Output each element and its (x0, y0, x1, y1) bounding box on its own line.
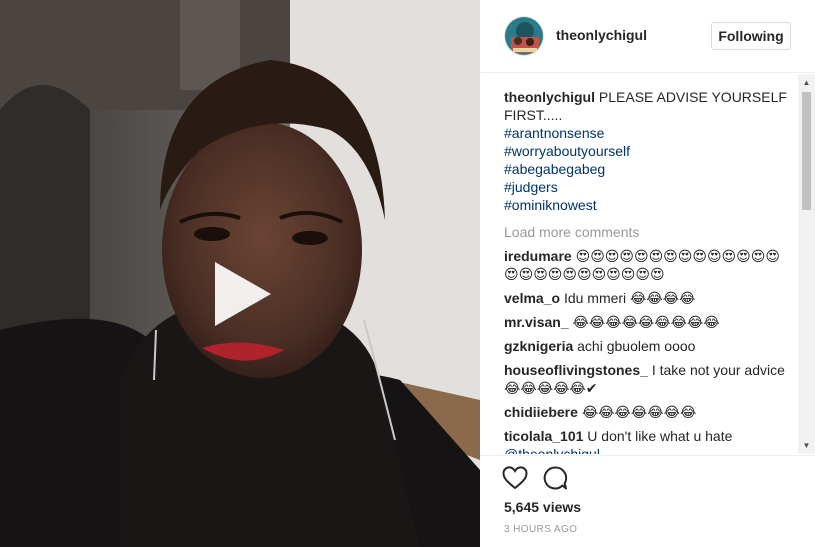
following-button[interactable]: Following (711, 22, 791, 50)
comment-item: iredumare 😍😍😍😍😍😍😍😍😍😍😍😍😍😍😍😍😍😍😍😍😍😍😍😍😍 (504, 247, 794, 283)
comment-item: mr.visan_ 😂😂😂😂😂😂😂😂😂 (504, 313, 794, 331)
comment-username[interactable]: velma_o (504, 290, 560, 306)
header-username[interactable]: theonlychigul (556, 27, 647, 43)
play-icon (215, 262, 271, 326)
post-panel: theonlychigul Following theonlychigul PL… (480, 0, 815, 547)
hashtag-link[interactable]: #arantnonsense (504, 124, 794, 142)
comment-text: 😂😂😂😂😂😂😂 (581, 404, 697, 420)
comment-username[interactable]: iredumare (504, 248, 572, 264)
scroll-thumb[interactable] (802, 92, 811, 210)
hashtag-link[interactable]: #worryaboutyourself (504, 142, 794, 160)
comment-username[interactable]: ticolala_101 (504, 428, 583, 444)
comment-item: gzknigeria achi gbuolem oooo (504, 337, 794, 355)
hashtag-link[interactable]: #abegabegabeg (504, 160, 794, 178)
comment-text: 😂😂😂😂😂😂😂😂😂 (572, 314, 720, 330)
hashtag-link[interactable]: #ominiknowest (504, 196, 794, 214)
comment-username[interactable]: gzknigeria (504, 338, 573, 354)
scroll-down-arrow-icon[interactable]: ▼ (798, 437, 815, 454)
avatar[interactable] (504, 16, 544, 56)
comment-mention[interactable]: @theonlychigul (504, 445, 794, 454)
comment-item: ticolala_101 U don't like what u hate @t… (504, 427, 794, 454)
comment-icon[interactable] (542, 465, 568, 491)
post-actions: 5,645 views 3 HOURS AGO (480, 455, 815, 547)
heart-icon[interactable] (502, 465, 528, 491)
scroll-up-arrow-icon[interactable]: ▲ (798, 74, 815, 91)
comment-text: U don't like what u hate (587, 428, 733, 444)
comment-item: velma_o Idu mmeri 😂😂😂😂 (504, 289, 794, 307)
caption-username[interactable]: theonlychigul (504, 89, 595, 105)
play-button[interactable] (205, 258, 277, 330)
comment-username[interactable]: houseoflivingstones_ (504, 362, 648, 378)
comment-item: chidiiebere 😂😂😂😂😂😂😂 (504, 403, 794, 421)
post-timestamp[interactable]: 3 HOURS AGO (504, 524, 577, 535)
load-more-comments-link[interactable]: Load more comments (504, 223, 794, 241)
hashtag-link[interactable]: #judgers (504, 178, 794, 196)
post-header: theonlychigul Following (480, 0, 815, 73)
comments-scrollbar[interactable]: ▲ ▼ (798, 74, 815, 454)
comment-text: Idu mmeri 😂😂😂😂 (563, 290, 696, 306)
comment-username[interactable]: mr.visan_ (504, 314, 569, 330)
view-count: 5,645 views (504, 499, 582, 515)
post-caption: theonlychigul PLEASE ADVISE YOURSELF FIR… (504, 88, 794, 214)
comment-item: houseoflivingstones_ I take not your adv… (504, 361, 794, 397)
comment-text: achi gbuolem oooo (577, 338, 696, 354)
comment-username[interactable]: chidiiebere (504, 404, 578, 420)
video-player[interactable] (0, 0, 480, 547)
comments-list[interactable]: theonlychigul PLEASE ADVISE YOURSELF FIR… (480, 74, 815, 454)
